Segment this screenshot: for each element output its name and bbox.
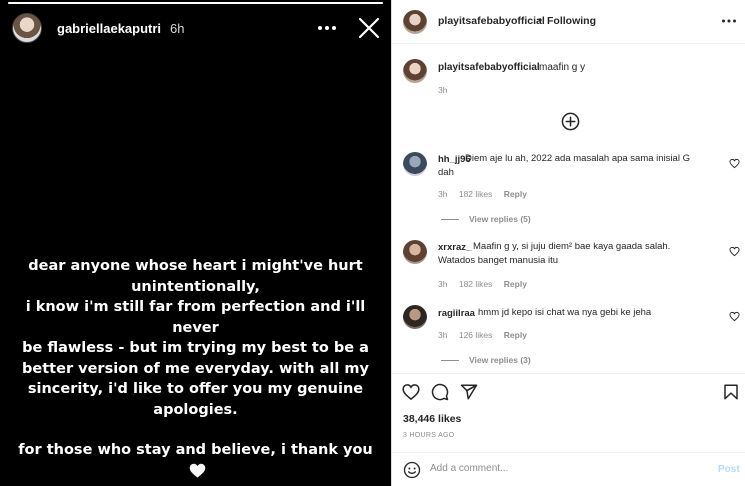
comment-heart-icon[interactable] xyxy=(729,246,740,257)
plus-circle-icon[interactable] xyxy=(561,112,580,131)
white-heart-emoji xyxy=(189,463,206,478)
story-progress-fill xyxy=(8,2,383,4)
story-message: dear anyone whose heart i might've hurt … xyxy=(22,258,369,418)
comment-meta: 3h 182 likes Reply xyxy=(438,279,536,289)
comment-time: 3h xyxy=(438,330,448,340)
post-author-username[interactable]: playitsafebabyofficial xyxy=(438,15,545,27)
heart-icon[interactable] xyxy=(402,383,420,401)
comment-input[interactable] xyxy=(430,463,690,474)
caption-text: maafin g y xyxy=(539,62,586,73)
story-text-overlay: dear anyone whose heart i might've hurt … xyxy=(8,256,383,481)
bookmark-icon[interactable] xyxy=(722,383,740,401)
reply-button[interactable]: Reply xyxy=(504,189,527,199)
actions-divider xyxy=(392,373,745,374)
comment-icon[interactable] xyxy=(431,383,449,401)
replies-line xyxy=(441,360,459,362)
comment-heart-icon[interactable] xyxy=(729,158,740,169)
comment-text: hmm jd kepo isi chat wa nya gebi ke jeha xyxy=(478,307,652,318)
comment-box-divider xyxy=(392,452,745,453)
comment-likes[interactable]: 182 likes xyxy=(459,189,493,199)
view-replies-label: View replies (5) xyxy=(469,214,531,224)
more-icon[interactable] xyxy=(316,18,338,38)
story-timestamp: 6h xyxy=(170,21,185,36)
caption-avatar[interactable] xyxy=(403,59,427,83)
comment-avatar[interactable] xyxy=(403,152,427,176)
header-divider xyxy=(392,43,745,44)
close-icon[interactable] xyxy=(357,16,381,40)
story-avatar[interactable] xyxy=(12,13,42,43)
following-button[interactable]: Following xyxy=(547,15,596,27)
comment-likes[interactable]: 126 likes xyxy=(459,330,493,340)
replies-line xyxy=(441,219,459,221)
comment-time: 3h xyxy=(438,189,448,199)
caption-timestamp: 3h xyxy=(438,85,448,95)
emoji-icon[interactable] xyxy=(403,461,421,479)
comment-meta: 3h 182 likes Reply xyxy=(438,189,536,199)
comment-text: Diem aje lu ah, 2022 ada masalah apa sam… xyxy=(438,153,690,178)
story-closing-line: for those who stay and believe, i thank … xyxy=(8,440,383,481)
comment-meta: 3h 126 likes Reply xyxy=(438,330,536,340)
share-icon[interactable] xyxy=(460,383,478,401)
story-progress-bar xyxy=(8,2,383,4)
header-separator: • xyxy=(538,13,543,27)
view-replies-button[interactable]: View replies (3) xyxy=(441,355,531,365)
comment-avatar[interactable] xyxy=(403,305,427,329)
view-replies-button[interactable]: View replies (5) xyxy=(441,214,531,224)
like-count[interactable]: 38,446 likes xyxy=(403,413,461,425)
post-timestamp: 3 HOURS AGO xyxy=(403,432,455,439)
comment-time: 3h xyxy=(438,279,448,289)
post-comment-button[interactable]: Post xyxy=(718,464,740,475)
caption-username[interactable]: playitsafebabyofficial xyxy=(438,62,540,73)
reply-button[interactable]: Reply xyxy=(504,330,527,340)
story-viewer: gabriellaekaputri 6h dear anyone whose h… xyxy=(0,0,391,486)
post-panel: playitsafebabyofficial • Following playi… xyxy=(391,0,745,486)
post-author-avatar[interactable] xyxy=(403,10,427,34)
story-closing-text: for those who stay and believe, i thank … xyxy=(18,442,373,458)
reply-button[interactable]: Reply xyxy=(504,279,527,289)
view-replies-label: View replies (3) xyxy=(469,355,531,365)
comment-heart-icon[interactable] xyxy=(729,311,740,322)
comment-avatar[interactable] xyxy=(403,240,427,264)
comment-text: Maafin g y, si juju diem² bae kaya gaada… xyxy=(438,241,671,266)
comment-likes[interactable]: 182 likes xyxy=(459,279,493,289)
more-icon[interactable] xyxy=(721,14,737,28)
story-username[interactable]: gabriellaekaputri xyxy=(57,21,161,36)
